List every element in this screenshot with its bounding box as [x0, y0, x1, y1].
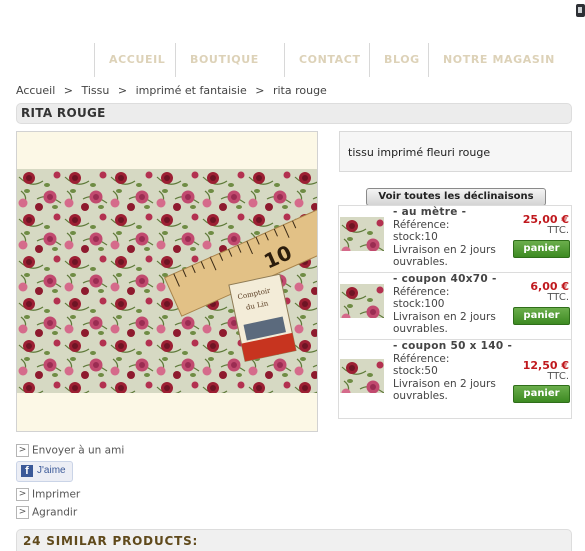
similar-products-title: 24 SIMILAR PRODUCTS: [23, 534, 199, 548]
arrow-icon: > [16, 444, 29, 457]
nav-blog[interactable]: BLOG [369, 43, 428, 77]
declination-delivery: Livraison en 2 jours ouvrables. [393, 310, 496, 336]
facebook-icon: f [21, 465, 33, 477]
product-title-bar: RITA ROUGE [16, 103, 572, 124]
breadcrumb-current: rita rouge [272, 84, 327, 97]
enlarge-link[interactable]: > Agrandir [16, 506, 77, 519]
declination-tax: TTC. [547, 225, 569, 236]
arrow-icon: > [16, 488, 29, 501]
declination-delivery: Livraison en 2 jours ouvrables. [393, 377, 496, 403]
nav-accueil[interactable]: ACCUEIL [94, 43, 175, 77]
facebook-like-button[interactable]: f J'aime [16, 461, 73, 482]
enlarge-label: Agrandir [32, 506, 78, 519]
declination-row: - au mètre - Référence: stock:10 Livrais… [338, 205, 572, 273]
send-to-friend-link[interactable]: > Envoyer à un ami [16, 444, 124, 457]
product-description: tissu imprimé fleuri rouge [348, 146, 491, 159]
declination-stock: stock:50 [393, 365, 438, 377]
declination-delivery: Livraison en 2 jours ouvrables. [393, 243, 496, 269]
declination-thumbnail[interactable] [340, 284, 384, 318]
declination-stock: stock:100 [393, 298, 445, 310]
similar-products-header: 24 SIMILAR PRODUCTS: [16, 529, 572, 551]
declination-row: - coupon 50 x 140 - Référence: stock:50 … [338, 339, 572, 419]
declination-stock: stock:10 [393, 231, 438, 243]
product-image-box[interactable]: 10 Comptoir du Lin [16, 131, 318, 432]
window-corner-icon [576, 4, 585, 17]
add-to-cart-button[interactable]: panier [513, 385, 570, 403]
nav-contact[interactable]: CONTACT [284, 43, 369, 77]
breadcrumb: Accueil > Tissu > imprimé et fantaisie >… [16, 84, 332, 97]
declination-name[interactable]: - coupon 40x70 - [393, 273, 523, 286]
breadcrumb-separator: > [63, 84, 73, 97]
declination-name[interactable]: - au mètre - [393, 206, 523, 219]
declination-tax: TTC. [547, 371, 569, 382]
arrow-icon: > [16, 506, 29, 519]
nav-boutique[interactable]: BOUTIQUE [175, 43, 284, 77]
declination-tax: TTC. [547, 292, 569, 303]
print-link[interactable]: > Imprimer [16, 488, 80, 501]
declination-reference: Référence: [393, 352, 450, 365]
print-label: Imprimer [32, 488, 81, 501]
breadcrumb-tissu[interactable]: Tissu [82, 84, 110, 97]
all-declinations-button[interactable]: Voir toutes les déclinaisons [366, 188, 546, 206]
add-to-cart-button[interactable]: panier [513, 307, 570, 325]
product-description-box: tissu imprimé fleuri rouge [339, 131, 572, 172]
declination-reference: Référence: [393, 285, 450, 298]
nav-notre-magasin[interactable]: NOTRE MAGASIN [428, 43, 563, 77]
breadcrumb-separator: > [255, 84, 265, 97]
breadcrumb-imprime[interactable]: imprimé et fantaisie [136, 84, 247, 97]
product-photo[interactable]: 10 Comptoir du Lin [17, 169, 317, 393]
add-to-cart-button[interactable]: panier [513, 240, 570, 258]
declination-row: - coupon 40x70 - Référence: stock:100 Li… [338, 272, 572, 340]
like-label: J'aime [37, 465, 66, 476]
product-title: RITA ROUGE [21, 106, 106, 120]
fabric-photo-art: 10 Comptoir du Lin [17, 169, 317, 393]
declination-reference: Référence: [393, 218, 450, 231]
declination-thumbnail[interactable] [340, 359, 384, 393]
breadcrumb-separator: > [117, 84, 128, 97]
breadcrumb-accueil[interactable]: Accueil [16, 84, 55, 97]
declination-name[interactable]: - coupon 50 x 140 - [393, 340, 523, 353]
declination-thumbnail[interactable] [340, 217, 384, 251]
send-to-friend-label: Envoyer à un ami [32, 444, 125, 457]
